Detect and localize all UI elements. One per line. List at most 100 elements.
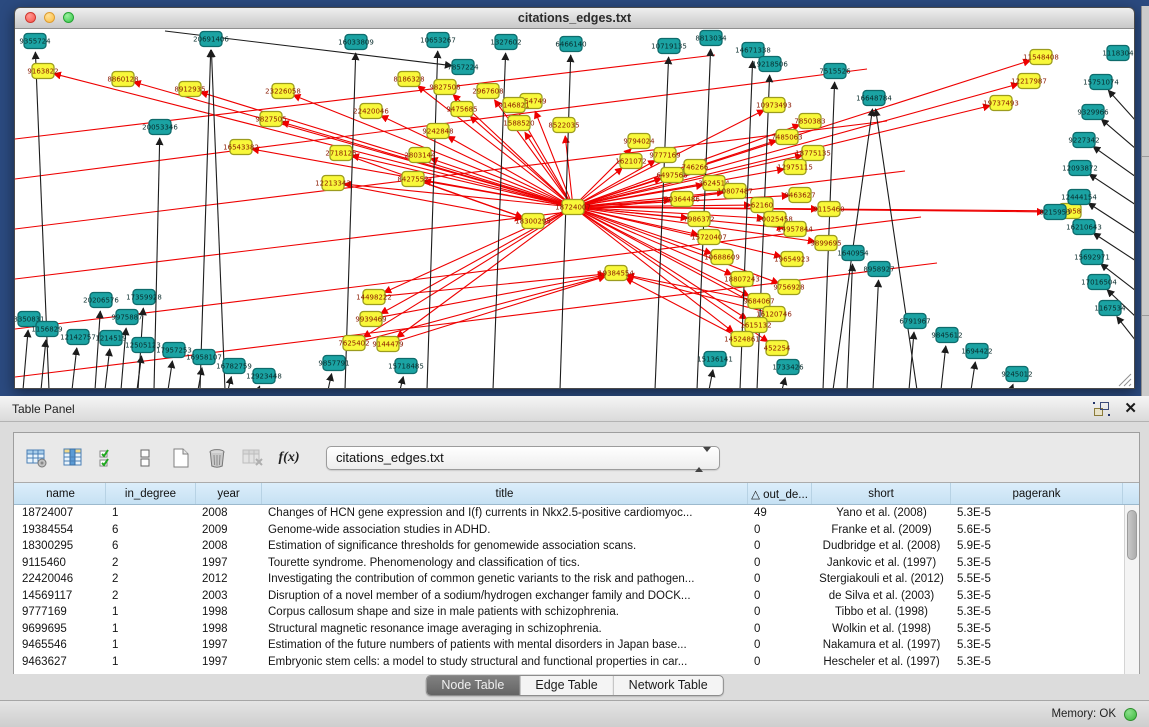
table-row[interactable]: 946554611997Estimation of the future num… — [14, 637, 1139, 654]
column-header-pagerank[interactable]: pagerank — [951, 483, 1123, 504]
graph-node[interactable]: 11548408 — [1023, 50, 1059, 65]
zoom-window-button[interactable] — [63, 12, 74, 23]
graph-node[interactable]: 452254 — [764, 341, 791, 356]
table-row[interactable]: 977716911998Corpus callosum shape and si… — [14, 604, 1139, 621]
graph-node[interactable]: 7986372 — [683, 212, 714, 227]
graph-node[interactable]: 12975115 — [777, 160, 813, 175]
graph-node[interactable]: 9857791 — [318, 356, 349, 371]
graph-node[interactable]: 1588520 — [503, 116, 534, 131]
graph-node[interactable]: 2718126 — [325, 146, 357, 161]
graph-node[interactable]: 15718485 — [388, 359, 424, 374]
graph-node[interactable]: 12093872 — [1062, 161, 1098, 176]
network-canvas-svg[interactable]: 1872400791638228860128891293523226058982… — [15, 29, 1134, 389]
graph-node[interactable]: 8215953 — [1039, 205, 1070, 220]
graph-node[interactable]: 7857224 — [447, 60, 479, 75]
graph-node[interactable]: 7485063 — [771, 130, 802, 145]
graph-node[interactable]: 20691406 — [193, 32, 229, 47]
network-window-titlebar[interactable]: citations_edges.txt — [15, 8, 1134, 29]
graph-node[interactable]: 9355724 — [19, 34, 51, 49]
graph-node[interactable]: 9827508 — [429, 80, 460, 95]
table-row[interactable]: 1830029562008Estimation of significance … — [14, 538, 1139, 555]
column-header-title[interactable]: title — [262, 483, 748, 504]
graph-node[interactable]: 62160 — [751, 198, 773, 213]
graph-node[interactable]: 9794024 — [623, 134, 655, 149]
graph-node[interactable]: 16033809 — [338, 35, 374, 50]
tab-node-table[interactable]: Node Table — [426, 676, 520, 695]
graph-node[interactable]: 9245012 — [1001, 367, 1032, 382]
graph-node[interactable]: 9242848 — [422, 124, 453, 139]
graph-node[interactable]: 22420046 — [353, 104, 389, 119]
graph-node[interactable]: 9827505 — [255, 112, 286, 127]
graph-node[interactable]: 1615132 — [740, 318, 771, 333]
deselect-rows-button[interactable] — [130, 444, 160, 472]
column-header-in_degree[interactable]: in_degree — [106, 483, 196, 504]
graph-node[interactable]: 9329966 — [1077, 105, 1109, 120]
graph-node[interactable]: 8912935 — [174, 82, 205, 97]
graph-node[interactable]: 15751074 — [1083, 75, 1119, 90]
graph-node[interactable]: 9463627 — [784, 188, 815, 203]
graph-node[interactable]: 9475685 — [446, 102, 477, 117]
graph-node[interactable]: 1156829 — [31, 322, 62, 337]
graph-node[interactable]: 1733426 — [772, 360, 804, 375]
close-window-button[interactable] — [25, 12, 36, 23]
graph-node[interactable]: 6466140 — [555, 37, 586, 52]
graph-node[interactable]: 10973493 — [756, 98, 792, 113]
graph-node[interactable]: 1167534 — [1094, 301, 1126, 316]
graph-node[interactable]: 9115460 — [813, 202, 844, 217]
graph-node[interactable]: 19737493 — [983, 96, 1019, 111]
graph-node[interactable]: 7850383 — [794, 114, 825, 129]
graph-node[interactable]: 8813034 — [695, 31, 727, 46]
graph-node[interactable]: 20364486 — [664, 192, 700, 207]
graph-node[interactable]: 1118304 — [1102, 46, 1134, 61]
table-row[interactable]: 1872400712008Changes of HCN gene express… — [14, 505, 1139, 522]
graph-node[interactable]: 12444154 — [1061, 190, 1097, 205]
minimize-window-button[interactable] — [44, 12, 55, 23]
table-row[interactable]: 946362711997Embryonic stem cells: a mode… — [14, 654, 1139, 671]
graph-node[interactable]: 9939469 — [355, 312, 386, 327]
table-row[interactable]: 1456911722003Disruption of a novel membe… — [14, 588, 1139, 605]
graph-node[interactable]: 10719135 — [651, 39, 687, 54]
new-table-button[interactable] — [166, 444, 196, 472]
graph-node[interactable]: 17016504 — [1081, 275, 1117, 290]
graph-node[interactable]: 9756928 — [773, 280, 804, 295]
graph-node[interactable]: 9144479 — [372, 337, 403, 352]
table-row[interactable]: 969969511998Structural magnetic resonanc… — [14, 621, 1139, 638]
graph-node[interactable]: 12923448 — [246, 369, 282, 384]
tab-edge-table[interactable]: Edge Table — [520, 676, 613, 695]
float-panel-icon[interactable] — [1094, 402, 1110, 416]
graph-node[interactable]: 14671338 — [735, 43, 771, 58]
graph-node[interactable]: 6791967 — [899, 314, 930, 329]
graph-node[interactable]: 1694422 — [961, 344, 992, 359]
column-header-name[interactable]: name — [16, 483, 106, 504]
graph-node[interactable]: 10688609 — [704, 250, 740, 265]
graph-node[interactable]: 9975887 — [111, 310, 142, 325]
graph-node[interactable]: 19384554 — [598, 266, 634, 281]
graph-node[interactable]: 20206576 — [83, 293, 119, 308]
graph-node[interactable]: 1621072 — [615, 154, 646, 169]
graph-node[interactable]: 12142757 — [60, 330, 96, 345]
column-header-short[interactable]: short — [812, 483, 951, 504]
graph-node[interactable]: 9227342 — [1068, 133, 1099, 148]
table-selector-dropdown[interactable]: citations_edges.txt — [326, 446, 720, 470]
graph-node[interactable]: 14524861 — [724, 332, 760, 347]
graph-node[interactable]: 18300295 — [515, 214, 551, 229]
graph-node[interactable]: 7515526 — [819, 64, 851, 79]
graph-node[interactable]: 19218506 — [752, 57, 788, 72]
graph-node[interactable]: 15136141 — [697, 352, 733, 367]
column-header-year[interactable]: year — [196, 483, 262, 504]
graph-node[interactable]: 20053346 — [142, 120, 178, 135]
graph-node[interactable]: 18775135 — [795, 146, 831, 161]
graph-node[interactable]: 8958927 — [863, 262, 894, 277]
select-all-rows-button[interactable] — [94, 444, 124, 472]
table-row[interactable]: 911546021997Tourette syndrome. Phenomeno… — [14, 555, 1139, 572]
graph-node[interactable]: 8522035 — [548, 118, 579, 133]
column-settings-button[interactable] — [22, 444, 52, 472]
graph-node[interactable]: 8186328 — [393, 72, 424, 87]
graph-node[interactable]: 1327602 — [490, 35, 521, 50]
graph-node[interactable]: 8427552 — [397, 172, 428, 187]
function-builder-button[interactable]: f(x) — [274, 444, 304, 472]
graph-node[interactable]: 746266 — [682, 160, 709, 175]
delete-rows-button[interactable] — [202, 444, 232, 472]
graph-node[interactable]: 7625402 — [338, 336, 369, 351]
tab-network-table[interactable]: Network Table — [614, 676, 723, 695]
